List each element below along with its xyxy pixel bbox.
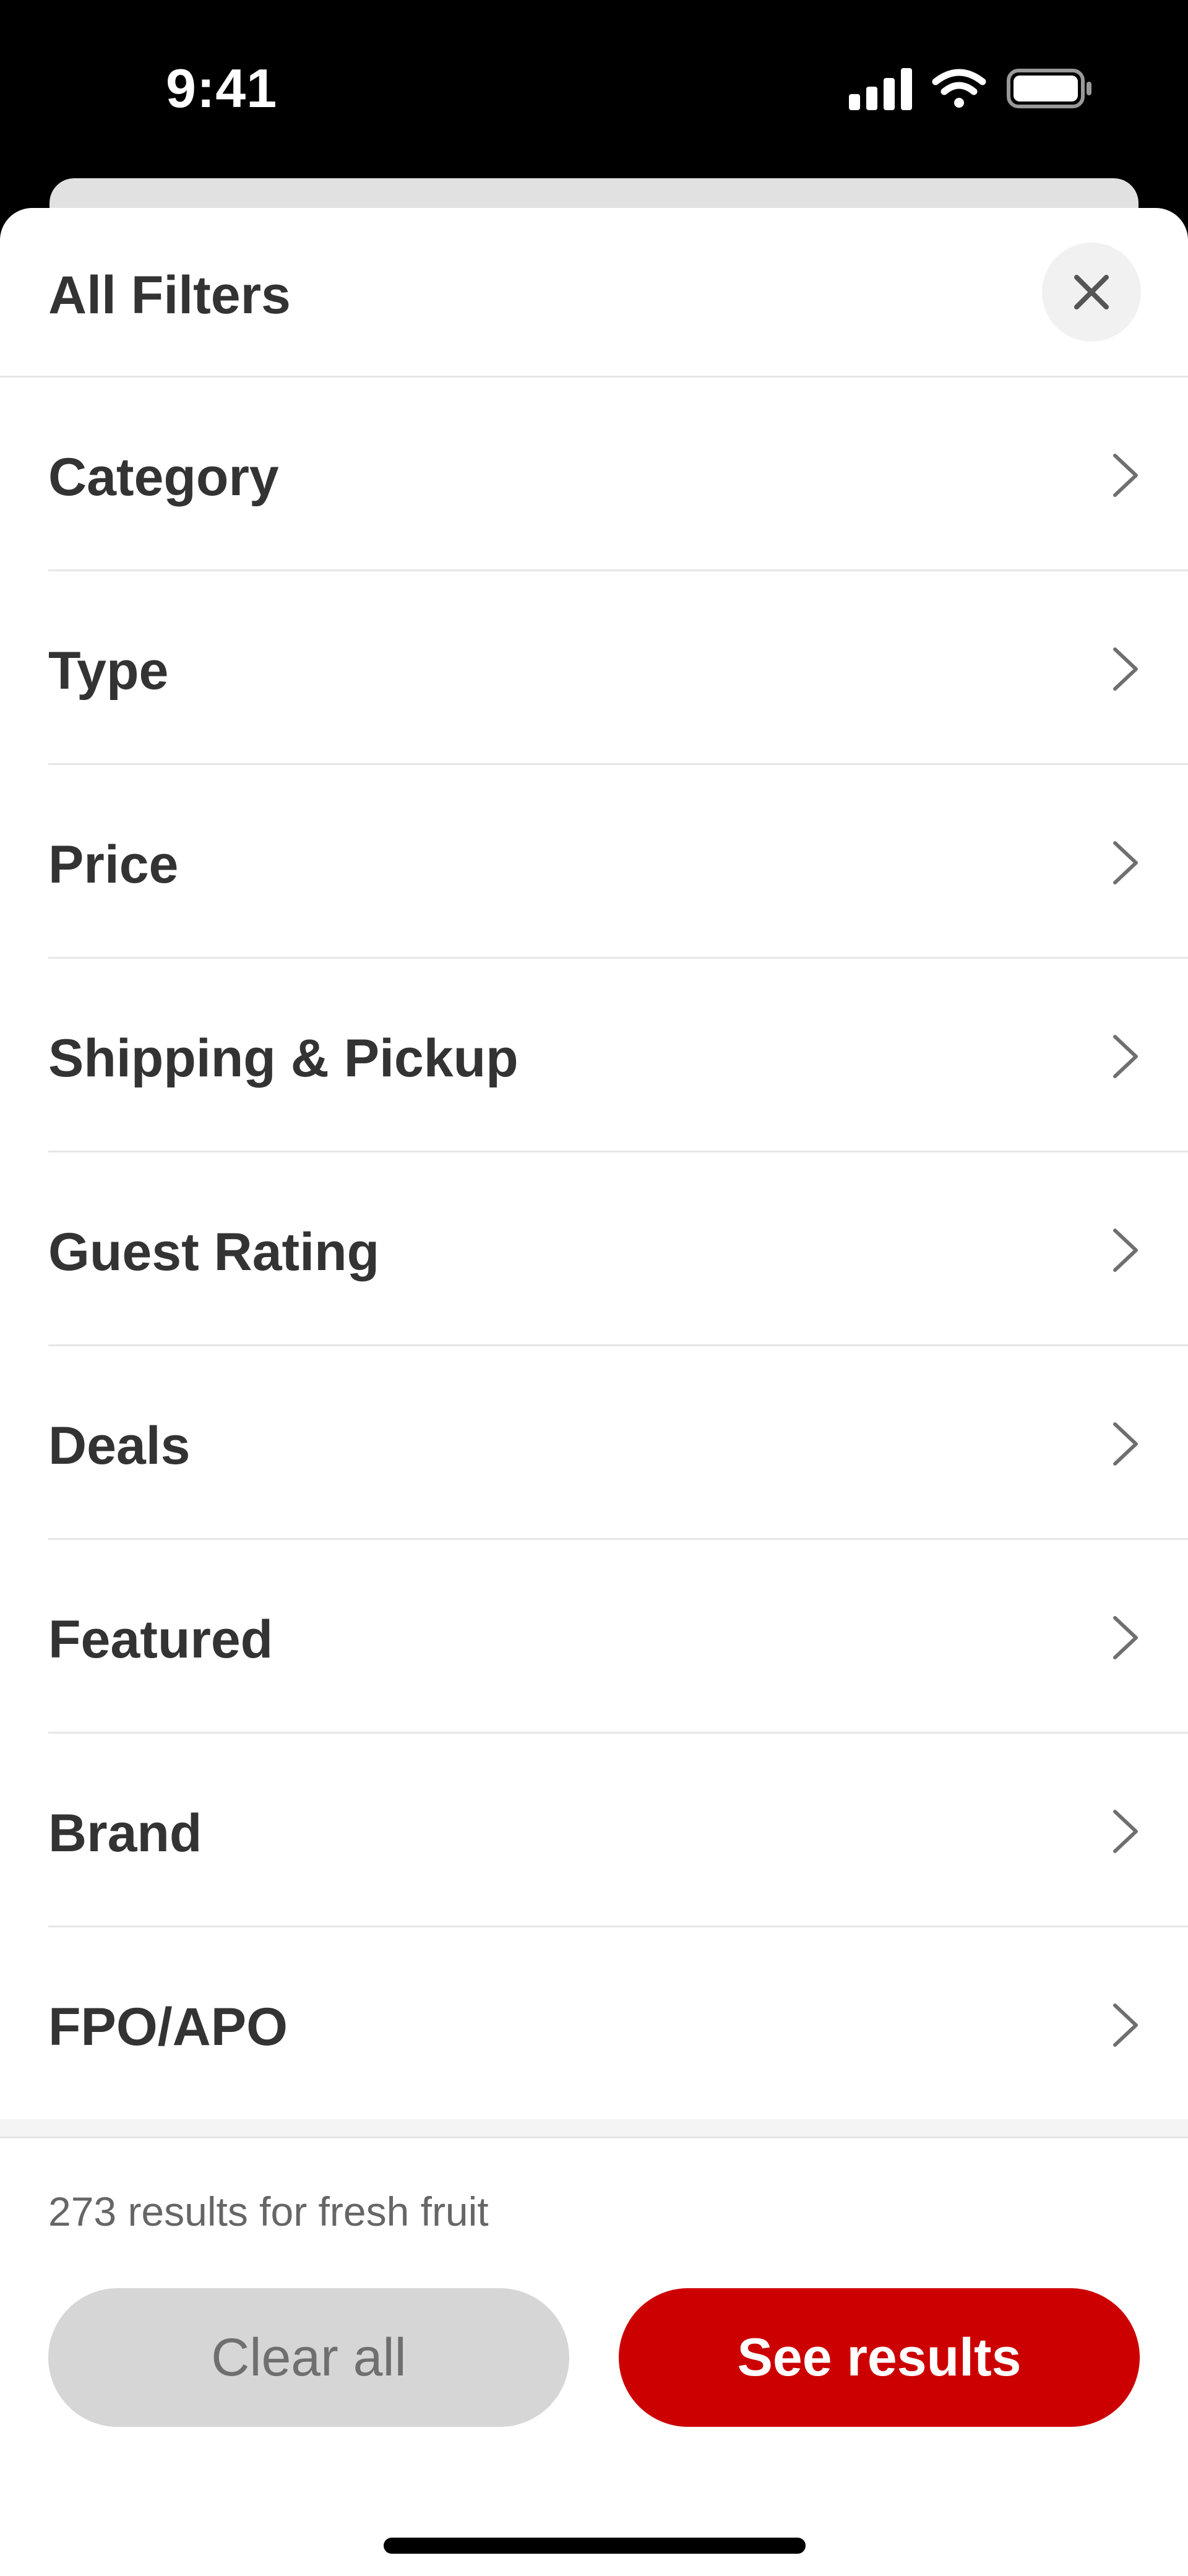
filter-row-featured[interactable]: Featured — [0, 1540, 1188, 1734]
sheet-header: All Filters — [0, 208, 1188, 378]
see-results-button[interactable]: See results — [619, 2288, 1140, 2427]
filter-row-guest-rating[interactable]: Guest Rating — [0, 1152, 1188, 1346]
close-button[interactable] — [1042, 243, 1141, 342]
chevron-right-icon — [1113, 1422, 1138, 1466]
cellular-signal-icon — [849, 68, 912, 110]
results-footer: 273 results for fresh fruit Clear all Se… — [0, 2137, 1188, 2576]
clear-all-button[interactable]: Clear all — [48, 2288, 569, 2427]
chevron-right-icon — [1113, 454, 1138, 497]
home-indicator — [384, 2538, 806, 2554]
filter-row-label: FPO/APO — [48, 1997, 288, 2057]
footer-shadow — [0, 2119, 1188, 2137]
chevron-right-icon — [1113, 2003, 1138, 2047]
filter-row-shipping-pickup[interactable]: Shipping & Pickup — [0, 959, 1188, 1152]
filter-row-label: Shipping & Pickup — [48, 1029, 519, 1088]
chevron-right-icon — [1113, 1810, 1138, 1853]
chevron-right-icon — [1113, 1616, 1138, 1659]
filter-row-type[interactable]: Type — [0, 571, 1188, 765]
filter-row-deals[interactable]: Deals — [0, 1346, 1188, 1540]
filter-row-category[interactable]: Category — [0, 378, 1188, 571]
filter-row-label: Price — [48, 835, 179, 894]
filter-row-fpo-apo[interactable]: FPO/APO — [0, 1927, 1188, 2121]
status-icons — [849, 68, 1091, 110]
filter-row-price[interactable]: Price — [0, 765, 1188, 959]
filter-row-label: Deals — [48, 1416, 191, 1476]
chevron-right-icon — [1113, 1035, 1138, 1078]
close-icon — [1074, 275, 1109, 309]
filter-row-label: Type — [48, 641, 169, 701]
filter-row-label: Featured — [48, 1610, 273, 1669]
wifi-icon — [932, 69, 986, 108]
results-summary: 273 results for fresh fruit — [48, 2189, 489, 2234]
filter-row-label: Category — [48, 447, 279, 507]
filter-list: Category Type Price Shipping & Pickup Gu… — [0, 378, 1188, 2121]
filter-row-brand[interactable]: Brand — [0, 1734, 1188, 1927]
status-time: 9:41 — [166, 58, 278, 119]
sheet-title: All Filters — [48, 266, 291, 325]
status-bar: 9:41 — [0, 0, 1188, 173]
chevron-right-icon — [1113, 1229, 1138, 1272]
filter-row-label: Guest Rating — [48, 1222, 380, 1282]
battery-icon — [1007, 69, 1091, 108]
chevron-right-icon — [1113, 841, 1138, 884]
chevron-right-icon — [1113, 647, 1138, 691]
filter-row-label: Brand — [48, 1804, 202, 1863]
